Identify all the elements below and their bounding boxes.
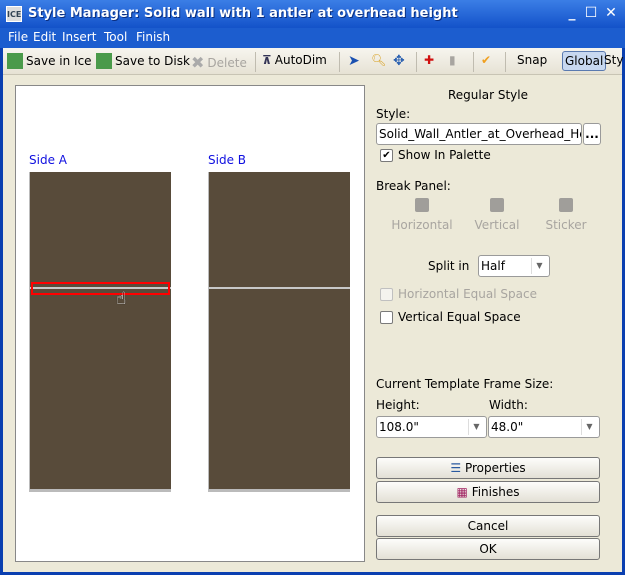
show-in-palette-label: Show In Palette: [398, 148, 491, 162]
properties-button[interactable]: ☰ Properties: [376, 457, 600, 479]
side-a-label: Side A: [29, 153, 67, 167]
snap-button[interactable]: Snap: [517, 53, 547, 67]
window-title: Style Manager: Solid wall with 1 antler …: [28, 6, 458, 21]
chevron-down-icon: ▼: [531, 258, 547, 274]
panel-break-line[interactable]: [209, 287, 350, 289]
select-tool-icon[interactable]: ➤: [348, 53, 360, 69]
horizontal-equal-space-checkbox[interactable]: [380, 288, 393, 301]
menu-edit[interactable]: Edit: [33, 30, 56, 44]
save-icon: [96, 53, 112, 69]
save-to-disk-button[interactable]: Save to Disk: [96, 53, 190, 69]
width-select[interactable]: 48.0" ▼: [488, 416, 600, 438]
maximize-button[interactable]: ☐: [583, 5, 599, 21]
side-b-wall[interactable]: [208, 172, 350, 492]
delete-button[interactable]: ✖ Delete: [191, 53, 247, 72]
vertical-equal-space-label: Vertical Equal Space: [398, 310, 521, 324]
height-label: Height:: [376, 398, 420, 412]
chevron-down-icon: ▼: [581, 419, 597, 435]
style-button[interactable]: Sty: [604, 53, 623, 67]
finishes-button[interactable]: ▦ Finishes: [376, 481, 600, 503]
remove-panel-icon[interactable]: ▮: [449, 53, 456, 67]
list-icon: ☰: [450, 461, 462, 475]
split-in-label: Split in: [428, 259, 470, 273]
style-panel: Regular Style Style: Solid_Wall_Antler_a…: [372, 85, 604, 565]
hand-cursor-icon: ☝: [116, 289, 127, 309]
move-tool-icon[interactable]: ✥: [393, 53, 405, 69]
side-b-label: Side B: [208, 153, 246, 167]
panel-heading: Regular Style: [448, 88, 528, 102]
global-button[interactable]: Global: [562, 51, 607, 71]
break-vertical-button[interactable]: Vertical: [462, 198, 532, 232]
add-panel-icon[interactable]: ✚: [424, 53, 434, 67]
dimension-icon: ⊼: [262, 53, 272, 67]
style-label: Style:: [376, 107, 411, 121]
selection-highlight: [31, 282, 170, 295]
side-a-wall[interactable]: ☝: [29, 172, 171, 492]
title-bar: ICE Style Manager: Solid wall with 1 ant…: [0, 0, 625, 28]
horizontal-break-icon: [415, 198, 429, 212]
save-icon: [7, 53, 23, 69]
vertical-equal-space-checkbox[interactable]: [380, 311, 393, 324]
close-button[interactable]: ✕: [603, 5, 619, 21]
toolbar: Save in Ice Save to Disk ✖ Delete ⊼ AutoDi…: [3, 48, 623, 75]
style-name-input[interactable]: Solid_Wall_Antler_at_Overhead_Height: [376, 123, 582, 145]
width-label: Width:: [489, 398, 528, 412]
break-horizontal-button[interactable]: Horizontal: [387, 198, 457, 232]
sticker-icon: [559, 198, 573, 212]
minimize-button[interactable]: _: [564, 5, 580, 21]
horizontal-equal-space-label: Horizontal Equal Space: [398, 287, 537, 301]
menu-bar: File Edit Insert Tool Finish: [0, 28, 625, 48]
browse-style-button[interactable]: ...: [583, 123, 601, 145]
check-icon[interactable]: ✔: [481, 53, 491, 67]
menu-tool[interactable]: Tool: [104, 30, 127, 44]
autodim-button[interactable]: ⊼ AutoDim: [262, 53, 327, 67]
break-sticker-button[interactable]: Sticker: [531, 198, 601, 232]
break-panel-label: Break Panel:: [376, 179, 451, 193]
style-canvas[interactable]: Side A Side B ☝: [15, 85, 365, 562]
cancel-button[interactable]: Cancel: [376, 515, 600, 537]
height-select[interactable]: 108.0" ▼: [376, 416, 487, 438]
show-in-palette-checkbox[interactable]: ✔: [380, 149, 393, 162]
client-area: Save in Ice Save to Disk ✖ Delete ⊼ AutoDi…: [3, 48, 623, 572]
delete-icon: ✖: [191, 53, 205, 72]
frame-size-label: Current Template Frame Size:: [376, 377, 554, 391]
vertical-break-icon: [490, 198, 504, 212]
menu-insert[interactable]: Insert: [62, 30, 96, 44]
menu-finish[interactable]: Finish: [136, 30, 170, 44]
palette-grid-icon: ▦: [456, 485, 468, 499]
split-in-select[interactable]: Half ▼: [478, 255, 550, 277]
menu-file[interactable]: File: [8, 30, 28, 44]
zoom-tool-icon[interactable]: 🔍︎: [371, 53, 386, 67]
save-in-ice-button[interactable]: Save in Ice: [7, 53, 92, 69]
ok-button[interactable]: OK: [376, 538, 600, 560]
app-icon: ICE: [6, 6, 22, 22]
chevron-down-icon: ▼: [468, 419, 484, 435]
